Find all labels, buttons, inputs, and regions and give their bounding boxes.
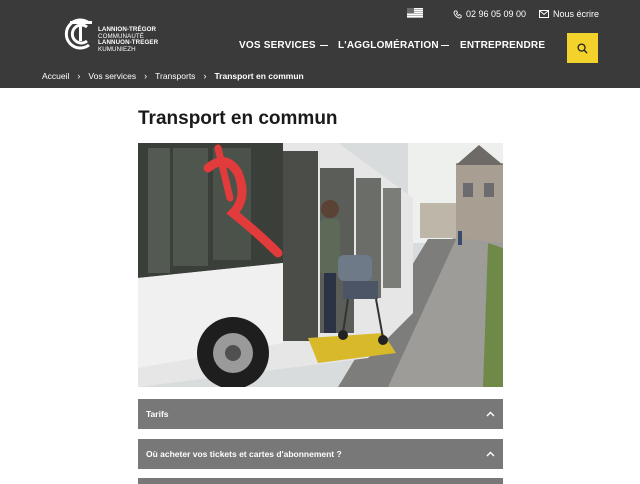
accordion-title: Tarifs xyxy=(146,409,169,419)
search-icon xyxy=(577,42,588,54)
page-title: Transport en commun xyxy=(138,108,338,129)
hero-image xyxy=(138,143,503,387)
nav-entreprendre[interactable]: ENTREPRENDRE xyxy=(460,40,545,51)
contact-link[interactable]: Nous écrire xyxy=(539,8,599,20)
flag-canton xyxy=(407,8,414,13)
breadcrumb-vos-services[interactable]: Vos services xyxy=(88,71,136,81)
accordion-title: Où acheter vos tickets et cartes d'abonn… xyxy=(146,449,342,459)
breadcrumb: Accueil › Vos services › Transports › Tr… xyxy=(42,70,304,82)
site-logo[interactable]: LANNION-TRÉGOR COMMUNAUTÉ LANNUON-TREGER… xyxy=(62,17,172,53)
phone-link[interactable]: 02 96 05 09 00 xyxy=(453,8,526,20)
phone-number: 02 96 05 09 00 xyxy=(466,9,527,19)
chevron-right-icon: › xyxy=(203,71,207,81)
chevron-up-icon xyxy=(486,451,495,457)
breadcrumb-current: Transport en commun xyxy=(214,71,304,81)
accordion-ou-acheter[interactable]: Où acheter vos tickets et cartes d'abonn… xyxy=(138,439,503,469)
language-flag-icon[interactable] xyxy=(407,8,423,18)
search-button[interactable] xyxy=(567,33,598,63)
phone-icon xyxy=(453,9,462,18)
site-header: LANNION-TRÉGOR COMMUNAUTÉ LANNUON-TREGER… xyxy=(0,0,640,88)
nav-agglomeration[interactable]: L'AGGLOMÉRATION xyxy=(338,40,439,51)
mail-icon xyxy=(539,10,549,18)
contact-label: Nous écrire xyxy=(553,9,600,19)
nav-vos-services[interactable]: VOS SERVICES xyxy=(239,40,316,51)
chevron-up-icon xyxy=(486,411,495,417)
logo-line-4: KUMUNIEZH xyxy=(98,45,136,53)
chevron-right-icon: › xyxy=(77,71,81,81)
accordion-next[interactable] xyxy=(138,478,503,484)
nav-separator xyxy=(441,45,449,46)
nav-separator xyxy=(320,45,328,46)
chevron-right-icon: › xyxy=(144,71,148,81)
breadcrumb-transports[interactable]: Transports xyxy=(155,71,195,81)
logo-text: LANNION-TRÉGOR COMMUNAUTÉ LANNUON-TREGER… xyxy=(98,26,158,53)
accordion-tarifs[interactable]: Tarifs xyxy=(138,399,503,429)
logo-mark-icon xyxy=(64,18,92,50)
breadcrumb-accueil[interactable]: Accueil xyxy=(42,71,69,81)
bus-photo xyxy=(138,143,503,387)
